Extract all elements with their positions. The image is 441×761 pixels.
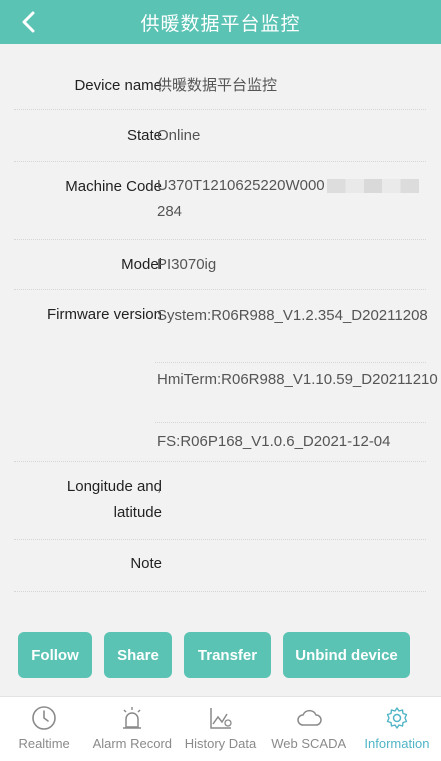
row-note: Note [14, 540, 426, 592]
row-location: Longitude and latitude , [14, 462, 426, 540]
firmware-label: Firmware version [46, 306, 162, 323]
state-value: Online [157, 127, 201, 144]
row-model: Model PI3070ig [14, 240, 426, 290]
location-label-line1: Longitude and [66, 478, 162, 495]
location-value: , [157, 478, 162, 495]
tab-label-history-data: History Data [184, 736, 257, 751]
alarm-icon [123, 707, 142, 729]
firmware-system: System:R06R988_V1.2.354_D20211208 [155, 303, 428, 363]
tab-information[interactable]: Information [353, 697, 441, 761]
bottom-tab-bar: Realtime Alarm Record History Data Web S… [0, 696, 441, 761]
model-value: PI3070ig [157, 256, 217, 273]
device-name-value: 供暖数据平台监控 [157, 77, 278, 94]
model-label: Model [121, 256, 162, 273]
clock-icon [32, 706, 56, 730]
follow-button[interactable]: Follow [18, 632, 92, 678]
cloud-icon [297, 709, 322, 726]
row-state: State Online [14, 110, 426, 162]
machine-code-value-line1: U370T1210625220W000 [157, 173, 419, 199]
page-title: 供暖数据平台监控 [140, 12, 301, 35]
firmware-hmiterm: HmiTerm:R06R988_V1.10.59_D20211210 [155, 363, 438, 423]
tab-history-data[interactable]: History Data [176, 697, 264, 761]
gear-icon [386, 707, 408, 729]
back-button[interactable] [16, 9, 40, 35]
machine-code-value-line2: 284 [157, 203, 183, 220]
row-machine-code: Machine Code U370T1210625220W000 284 [14, 162, 426, 240]
machine-code-label: Machine Code [65, 178, 162, 195]
device-info-panel: Device name 供暖数据平台监控 State Online Machin… [0, 44, 441, 696]
tab-realtime[interactable]: Realtime [0, 697, 88, 761]
chart-icon [209, 708, 232, 729]
tab-label-realtime: Realtime [18, 736, 70, 751]
chevron-left-icon [22, 11, 35, 33]
firmware-fs: FS:R06P168_V1.0.6_D2021-12-04 [157, 433, 391, 450]
tab-web-scada[interactable]: Web SCADA [265, 697, 353, 761]
app-header: 供暖数据平台监控 [0, 0, 441, 44]
tab-label-alarm-record: Alarm Record [92, 736, 173, 751]
device-name-label: Device name [74, 77, 162, 94]
unbind-device-button[interactable]: Unbind device [283, 632, 410, 678]
tab-label-web-scada: Web SCADA [271, 736, 347, 751]
tab-label-information: Information [364, 736, 430, 751]
row-firmware: Firmware version System:R06R988_V1.2.354… [14, 290, 438, 462]
tab-alarm-record[interactable]: Alarm Record [88, 697, 176, 761]
share-button[interactable]: Share [104, 632, 172, 678]
transfer-button[interactable]: Transfer [184, 632, 271, 678]
redacted-block [326, 179, 419, 194]
location-label-line2: latitude [113, 504, 162, 521]
note-label: Note [130, 555, 162, 572]
row-device-name: Device name 供暖数据平台监控 [14, 62, 426, 110]
